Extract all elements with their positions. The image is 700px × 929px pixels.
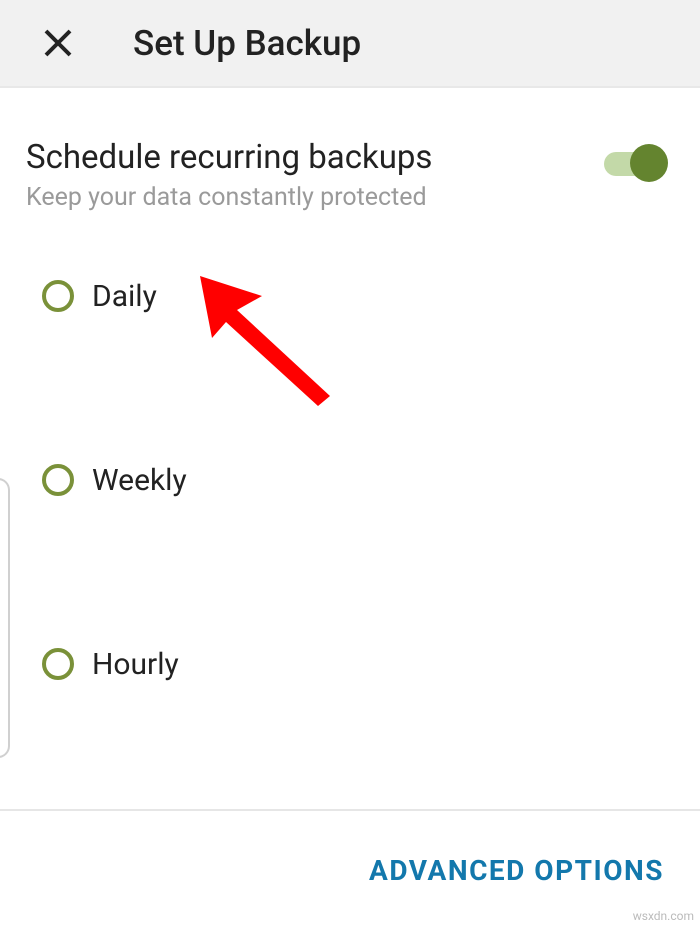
- radio-option-weekly[interactable]: Weekly: [42, 456, 674, 504]
- frequency-options: Daily Weekly Hourly: [26, 272, 674, 688]
- option-label: Daily: [92, 279, 157, 314]
- side-handle[interactable]: [0, 478, 10, 758]
- schedule-subtitle: Keep your data constantly protected: [26, 183, 604, 212]
- content-area: Schedule recurring backups Keep your dat…: [0, 88, 700, 688]
- radio-icon: [42, 648, 74, 680]
- toggle-knob: [630, 144, 668, 182]
- advanced-options-link[interactable]: ADVANCED OPTIONS: [369, 854, 664, 887]
- radio-option-hourly[interactable]: Hourly: [42, 640, 674, 688]
- schedule-toggle[interactable]: [604, 144, 664, 180]
- schedule-title: Schedule recurring backups: [26, 138, 604, 177]
- schedule-toggle-row: Schedule recurring backups Keep your dat…: [26, 138, 674, 212]
- watermark-text: wsxdn.com: [633, 909, 694, 923]
- radio-option-daily[interactable]: Daily: [42, 272, 674, 320]
- close-button[interactable]: [38, 23, 78, 63]
- option-label: Weekly: [92, 463, 187, 498]
- schedule-text: Schedule recurring backups Keep your dat…: [26, 138, 604, 212]
- radio-icon: [42, 464, 74, 496]
- footer-bar: ADVANCED OPTIONS: [0, 809, 700, 929]
- header-bar: Set Up Backup: [0, 0, 700, 88]
- option-label: Hourly: [92, 647, 179, 682]
- close-icon: [44, 29, 72, 57]
- page-title: Set Up Backup: [133, 23, 361, 64]
- radio-icon: [42, 280, 74, 312]
